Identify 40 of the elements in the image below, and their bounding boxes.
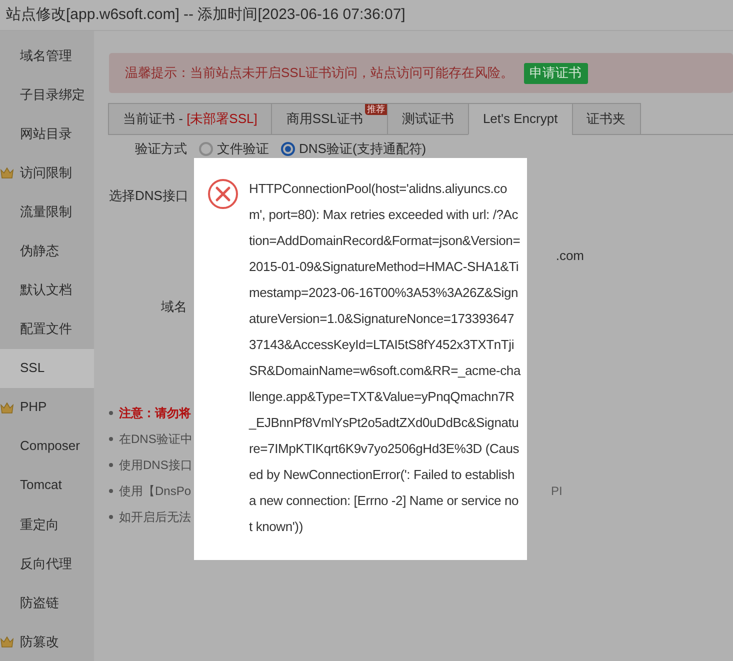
sidebar-item[interactable]: 防盗链 [0,582,94,622]
note-text: 如开启后无法 [119,508,191,526]
sidebar-item[interactable]: 重定向 [0,504,94,544]
sidebar-item[interactable]: 访问限制 [0,153,94,192]
sidebar-item[interactable]: 域名管理 [0,36,94,76]
sidebar-item[interactable]: 反向代理 [0,544,94,583]
sidebar-item[interactable]: PHP [0,388,94,427]
apply-certificate-button[interactable]: 申请证书 [524,62,588,84]
error-icon [207,178,239,210]
field-label: 验证方式 [134,140,187,158]
tab[interactable]: 商用SSL证书 推荐 [271,103,388,135]
sidebar-item[interactable]: SSL [0,348,94,388]
field-label: 选择DNS接口 [109,187,187,205]
field-label: 域名 [160,298,187,316]
sidebar-item[interactable]: Tomcat [0,466,94,505]
radio-button[interactable] [199,142,213,156]
note-text: 使用【DnsPo [119,482,192,500]
error-message: HTTPConnectionPool(host='alidns.aliyuncs.com', port=80): Max retries exceeded with url: /?Action=AddDomainRecord&Format=json&Version=2015-01-09&SignatureMethod=HMAC-SHA1&Timestamp=2023-06-16T00%3A53%3A26Z&SignatureVersion=1.0&SignatureNonce=17339364737143&AccessKeyId=LTAI5tS8fY452x3TXTnTjiSR&DomainName=w6soft.com&RR=_acme-challenge.app&Type=TXT&Value=yPnqQmachn7R_EJBnnPf8VmlYsPt2o5adtZXd0uDdBc&Signature=7IMpKTIKqrt6K9v7yo2506gHd3E%3D (Caused by NewConnectionError(': Failed to establish a new connection: [Errno -2] Name or service not known')) [249,180,521,536]
recommend-ribbon: 推荐 [364,104,387,115]
sidebar-item[interactable]: Composer [0,426,94,466]
tab[interactable]: Let's Encrypt [468,103,573,135]
sidebar-item[interactable]: 网站目录 [0,114,94,154]
sidebar-item[interactable]: 伪静态 [0,231,94,270]
note-text: 使用DNS接口 [119,456,192,474]
radio-label: 文件验证 [217,140,269,158]
note-text: PI [551,482,562,500]
sidebar-item[interactable]: 子目录绑定 [0,75,94,114]
note-text: 注意：请勿将 [119,404,191,422]
alert-text: 温馨提示：当前站点未开启SSL证书访问，站点访问可能存在风险。 [125,64,514,82]
tab[interactable]: 证书夹 [572,103,641,135]
sidebar-item[interactable]: 默认文档 [0,270,94,310]
tab[interactable]: 当前证书 - [未部署SSL] [108,103,272,135]
domain-text: .com [556,246,584,264]
tab[interactable]: 测试证书 [386,103,469,135]
radio-label: DNS验证(支持通配符) [299,140,426,158]
note-text: 在DNS验证中 [119,430,192,448]
sidebar-item[interactable]: 流量限制 [0,192,94,232]
sidebar-item[interactable]: 防篡改 [0,622,94,661]
radio-button[interactable] [281,142,295,156]
sidebar-item[interactable]: 配置文件 [0,309,94,348]
